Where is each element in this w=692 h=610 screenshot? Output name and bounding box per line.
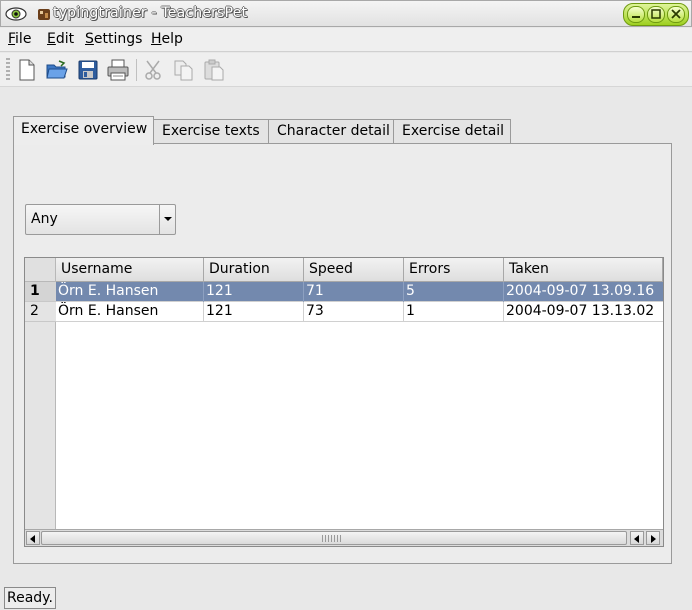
- column-header-duration[interactable]: Duration: [204, 258, 304, 282]
- app-icon: [38, 9, 50, 20]
- cell-errors: 1: [404, 302, 504, 322]
- scrollbar-grip: [322, 535, 342, 542]
- arrow-left-icon: [634, 535, 639, 543]
- menu-settings-rest: ettings: [93, 31, 143, 47]
- column-header-speed[interactable]: Speed: [304, 258, 404, 282]
- cell-speed: 73: [304, 302, 404, 322]
- cell-duration: 121: [204, 302, 304, 322]
- row-header-2[interactable]: 2: [25, 302, 56, 322]
- menu-settings-mnemonic: S: [85, 31, 94, 47]
- row-header-1[interactable]: 1: [25, 282, 56, 302]
- scroll-left-button-2[interactable]: [630, 531, 644, 545]
- open-folder-icon[interactable]: [45, 58, 69, 82]
- table-row[interactable]: Örn E. Hansen 121 71 5 2004-09-07 13.09.…: [56, 282, 663, 302]
- menu-edit-mnemonic: E: [47, 31, 56, 47]
- new-document-icon[interactable]: [15, 58, 39, 82]
- horizontal-scrollbar[interactable]: [25, 529, 663, 546]
- window-controls: [623, 3, 689, 26]
- minimize-button[interactable]: [627, 6, 645, 23]
- menu-settings[interactable]: Settings: [85, 31, 142, 47]
- menu-bar: File Edit Settings Help: [0, 28, 692, 52]
- chevron-down-icon: [164, 217, 172, 221]
- paste-icon[interactable]: [202, 58, 226, 82]
- column-header-taken[interactable]: Taken: [504, 258, 663, 282]
- menu-help[interactable]: Help: [151, 31, 183, 47]
- status-text: Ready.: [4, 587, 56, 609]
- toolbar-grip[interactable]: [6, 58, 10, 82]
- scroll-right-button[interactable]: [646, 531, 660, 545]
- cut-icon[interactable]: [142, 58, 166, 82]
- close-icon: [671, 9, 681, 19]
- table-corner[interactable]: [25, 258, 56, 282]
- toolbar: [0, 53, 692, 87]
- menu-file[interactable]: File: [8, 31, 31, 47]
- print-icon[interactable]: [106, 58, 130, 82]
- tab-exercise-detail[interactable]: Exercise detail: [393, 119, 511, 143]
- menu-edit[interactable]: Edit: [47, 31, 74, 47]
- filter-combobox[interactable]: Any: [25, 204, 176, 235]
- tab-exercise-overview[interactable]: Exercise overview: [13, 116, 154, 145]
- menu-edit-rest: dit: [55, 31, 75, 47]
- minimize-icon: [632, 16, 640, 18]
- menu-file-rest: ile: [15, 31, 32, 47]
- table-row[interactable]: Örn E. Hansen 121 73 1 2004-09-07 13.13.…: [56, 302, 663, 322]
- toolbar-separator: [136, 59, 137, 81]
- cell-speed: 71: [304, 282, 404, 302]
- cell-taken: 2004-09-07 13.09.16: [506, 283, 655, 299]
- filter-value: Any: [31, 211, 58, 227]
- close-button[interactable]: [667, 6, 685, 23]
- column-header-username[interactable]: Username: [56, 258, 204, 282]
- menu-file-mnemonic: F: [8, 31, 16, 47]
- scroll-left-button[interactable]: [26, 531, 40, 545]
- copy-icon[interactable]: [172, 58, 196, 82]
- arrow-left-icon: [30, 535, 35, 543]
- menu-help-mnemonic: H: [151, 31, 162, 47]
- filter-dropdown-button[interactable]: [159, 205, 175, 234]
- results-table: Username Duration Speed Errors Taken 1 2…: [24, 257, 664, 547]
- tab-character-detail[interactable]: Character detail: [268, 119, 394, 143]
- cell-taken: 2004-09-07 13.13.02: [506, 303, 655, 319]
- maximize-icon: [651, 9, 661, 19]
- save-icon[interactable]: [76, 58, 100, 82]
- cell-username: Örn E. Hansen: [56, 302, 204, 322]
- status-bar: Ready.: [0, 586, 692, 610]
- tab-exercise-texts[interactable]: Exercise texts: [153, 119, 269, 143]
- menu-help-rest: elp: [161, 31, 183, 47]
- arrow-right-icon: [651, 535, 656, 543]
- window-title: typingtrainer - TeachersPet: [53, 5, 248, 21]
- cell-errors: 5: [404, 282, 504, 302]
- window-menu-eye-icon[interactable]: [5, 5, 27, 23]
- scrollbar-thumb[interactable]: [41, 531, 627, 545]
- cell-duration: 121: [204, 282, 304, 302]
- maximize-button[interactable]: [647, 6, 665, 23]
- title-bar: typingtrainer - TeachersPet: [0, 0, 692, 27]
- column-header-errors[interactable]: Errors: [404, 258, 504, 282]
- cell-username: Örn E. Hansen: [56, 282, 204, 302]
